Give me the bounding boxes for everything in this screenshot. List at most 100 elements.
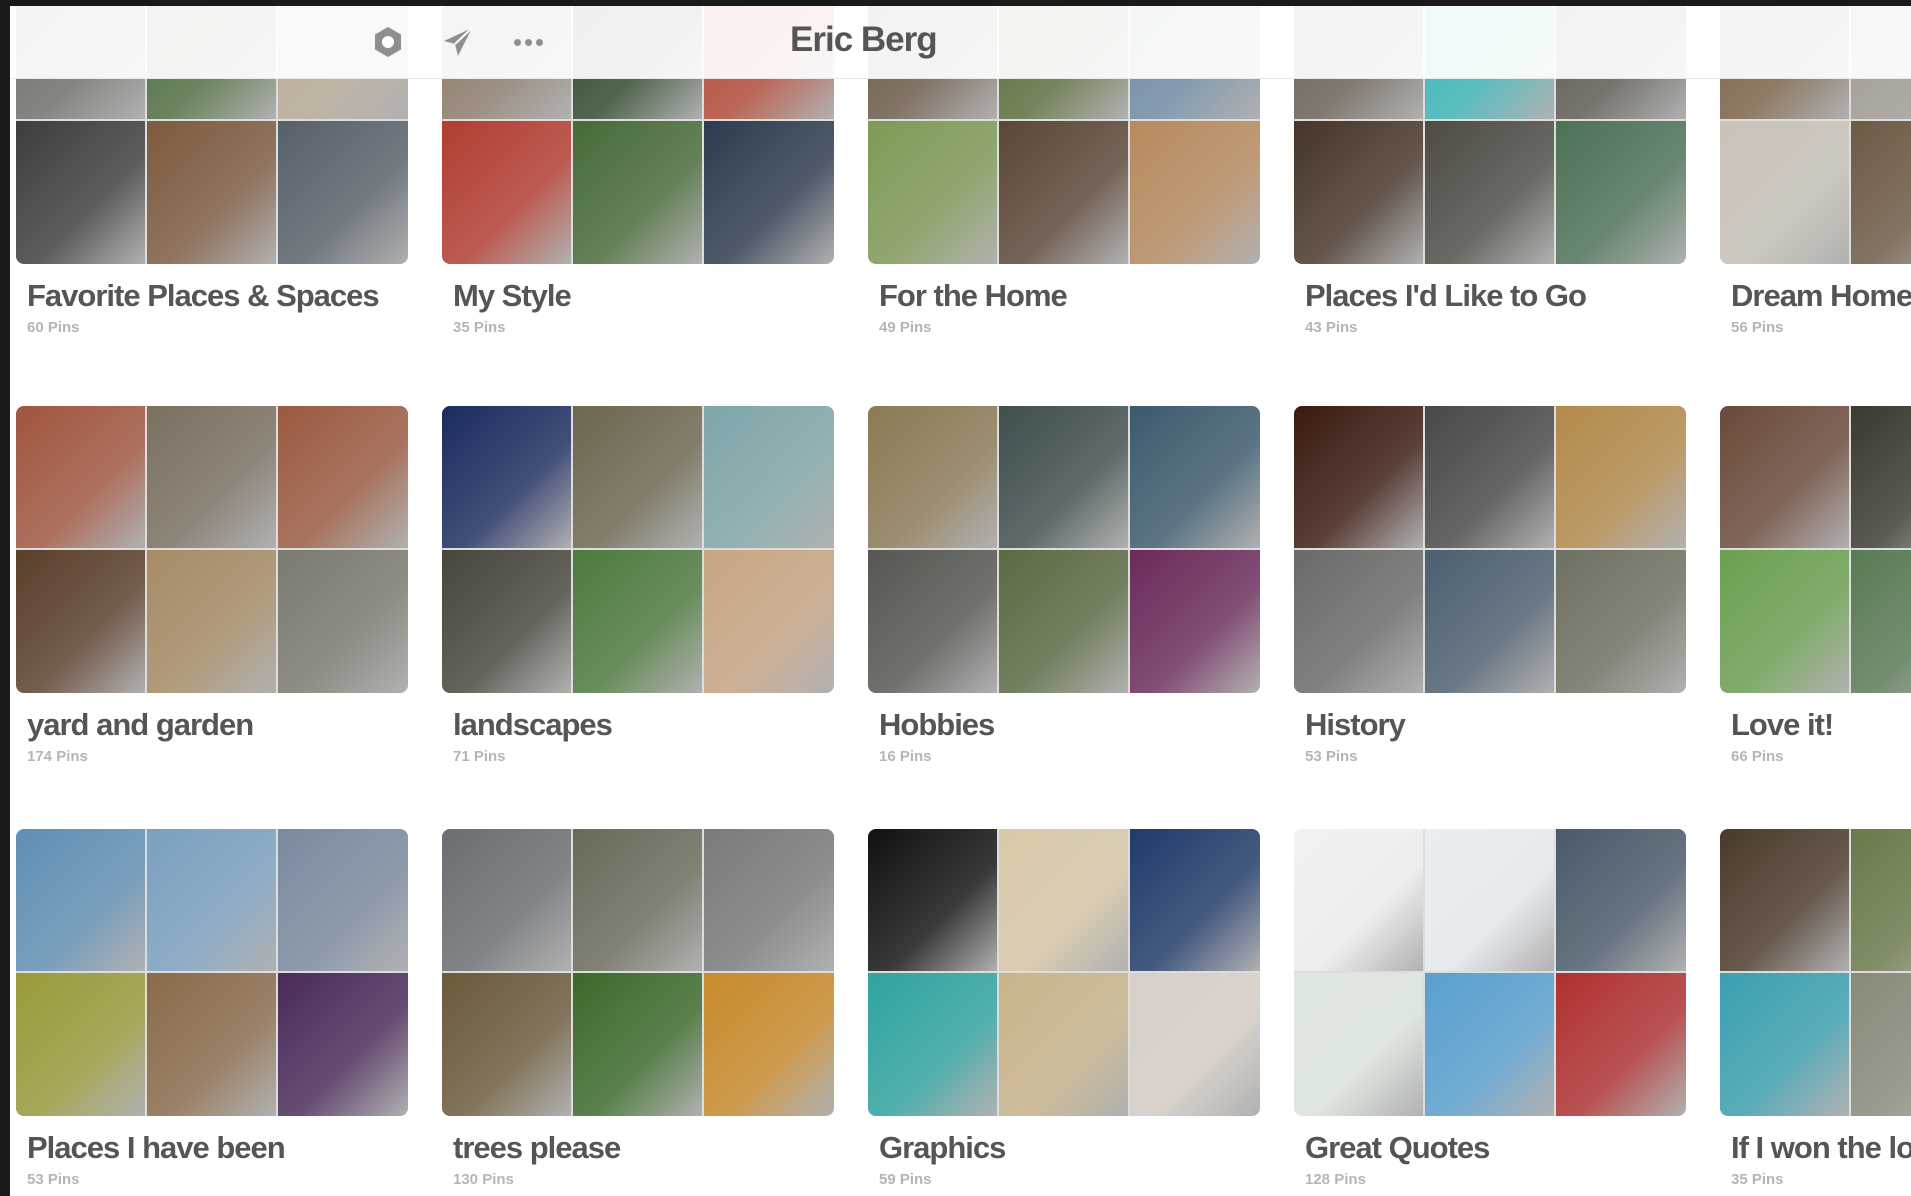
pin-thumbnail — [1851, 829, 1911, 971]
pin-thumbnail — [278, 829, 408, 971]
board-pin-count: 43 Pins — [1305, 319, 1358, 336]
pin-thumbnail — [868, 973, 997, 1116]
pin-thumbnail — [1294, 550, 1423, 693]
pin-thumbnail — [868, 406, 997, 548]
board-cover-collage[interactable] — [442, 829, 834, 1116]
pin-thumbnail — [704, 121, 834, 264]
settings-hexagon-icon[interactable] — [368, 24, 408, 60]
pin-thumbnail — [1130, 121, 1260, 264]
pin-thumbnail — [868, 121, 997, 264]
more-icon[interactable] — [508, 24, 548, 60]
board-card[interactable]: trees please 130 Pins — [442, 829, 834, 1188]
pin-thumbnail — [16, 973, 145, 1116]
board-title[interactable]: History — [1305, 707, 1406, 743]
pin-thumbnail — [1556, 829, 1686, 971]
pin-thumbnail — [147, 973, 276, 1116]
pin-thumbnail — [1425, 121, 1554, 264]
board-cover-collage[interactable] — [16, 829, 408, 1116]
board-title[interactable]: Places I'd Like to Go — [1305, 278, 1587, 314]
board-title[interactable]: Love it! — [1731, 707, 1834, 743]
boards-page: Eric Berg Favorite Places & Spaces 60 Pin… — [10, 6, 1911, 1196]
pin-thumbnail — [278, 121, 408, 264]
board-title[interactable]: For the Home — [879, 278, 1068, 314]
pin-thumbnail — [999, 121, 1128, 264]
board-pin-count: 49 Pins — [879, 319, 932, 336]
pin-thumbnail — [573, 550, 702, 693]
board-card[interactable]: History 53 Pins — [1294, 406, 1686, 765]
board-title[interactable]: Favorite Places & Spaces — [27, 278, 380, 314]
pin-thumbnail — [1720, 829, 1849, 971]
board-card[interactable]: Graphics 59 Pins — [868, 829, 1260, 1188]
pin-thumbnail — [704, 973, 834, 1116]
board-cover-collage[interactable] — [1294, 406, 1686, 693]
board-pin-count: 56 Pins — [1731, 319, 1784, 336]
pin-thumbnail — [1556, 406, 1686, 548]
pin-thumbnail — [442, 973, 571, 1116]
board-cover-collage[interactable] — [868, 829, 1260, 1116]
board-title[interactable]: If I won the lottery — [1731, 1130, 1911, 1166]
board-cover-collage[interactable] — [1720, 829, 1911, 1116]
board-pin-count: 128 Pins — [1305, 1171, 1366, 1188]
pin-thumbnail — [1851, 121, 1911, 264]
board-cover-collage[interactable] — [868, 406, 1260, 693]
pin-thumbnail — [868, 550, 997, 693]
pin-thumbnail — [1720, 550, 1849, 693]
pin-thumbnail — [278, 550, 408, 693]
pin-thumbnail — [442, 550, 571, 693]
pin-thumbnail — [16, 550, 145, 693]
pin-thumbnail — [1556, 550, 1686, 693]
profile-header: Eric Berg — [10, 6, 1911, 79]
pin-thumbnail — [1294, 973, 1423, 1116]
pin-thumbnail — [278, 973, 408, 1116]
profile-name: Eric Berg — [790, 20, 938, 59]
pin-thumbnail — [999, 550, 1128, 693]
pin-thumbnail — [573, 829, 702, 971]
pin-thumbnail — [1294, 829, 1423, 971]
pin-thumbnail — [278, 406, 408, 548]
send-icon[interactable] — [438, 24, 478, 60]
board-card[interactable]: landscapes 71 Pins — [442, 406, 834, 765]
board-cover-collage[interactable] — [1720, 406, 1911, 693]
board-pin-count: 174 Pins — [27, 748, 88, 765]
pin-thumbnail — [16, 406, 145, 548]
board-title[interactable]: yard and garden — [27, 707, 254, 743]
board-title[interactable]: Great Quotes — [1305, 1130, 1490, 1166]
board-card[interactable]: Love it! 66 Pins — [1720, 406, 1911, 765]
board-title[interactable]: Hobbies — [879, 707, 995, 743]
board-title[interactable]: Places I have been — [27, 1130, 286, 1166]
board-pin-count: 53 Pins — [1305, 748, 1358, 765]
board-pin-count: 53 Pins — [27, 1171, 80, 1188]
board-cover-collage[interactable] — [16, 406, 408, 693]
board-title[interactable]: landscapes — [453, 707, 613, 743]
board-pin-count: 35 Pins — [1731, 1171, 1784, 1188]
pin-thumbnail — [147, 121, 276, 264]
pin-thumbnail — [1851, 550, 1911, 693]
board-card[interactable]: Great Quotes 128 Pins — [1294, 829, 1686, 1188]
pin-thumbnail — [1720, 121, 1849, 264]
board-pin-count: 71 Pins — [453, 748, 506, 765]
pin-thumbnail — [442, 406, 571, 548]
board-title[interactable]: Dream Home — [1731, 278, 1911, 314]
pin-thumbnail — [704, 829, 834, 971]
board-card[interactable]: Places I have been 53 Pins — [16, 829, 408, 1188]
pin-thumbnail — [1556, 121, 1686, 264]
board-card[interactable]: If I won the lottery 35 Pins — [1720, 829, 1911, 1188]
board-pin-count: 59 Pins — [879, 1171, 932, 1188]
pin-thumbnail — [999, 829, 1128, 971]
pin-thumbnail — [1130, 829, 1260, 971]
pin-thumbnail — [704, 550, 834, 693]
board-title[interactable]: Graphics — [879, 1130, 1006, 1166]
pin-thumbnail — [147, 829, 276, 971]
board-pin-count: 130 Pins — [453, 1171, 514, 1188]
board-title[interactable]: My Style — [453, 278, 572, 314]
board-card[interactable]: yard and garden 174 Pins — [16, 406, 408, 765]
board-cover-collage[interactable] — [1294, 829, 1686, 1116]
board-card[interactable]: Hobbies 16 Pins — [868, 406, 1260, 765]
pin-thumbnail — [1425, 973, 1554, 1116]
board-cover-collage[interactable] — [442, 406, 834, 693]
pin-thumbnail — [999, 406, 1128, 548]
pin-thumbnail — [147, 406, 276, 548]
pin-thumbnail — [16, 829, 145, 971]
pin-thumbnail — [999, 973, 1128, 1116]
board-title[interactable]: trees please — [453, 1130, 621, 1166]
